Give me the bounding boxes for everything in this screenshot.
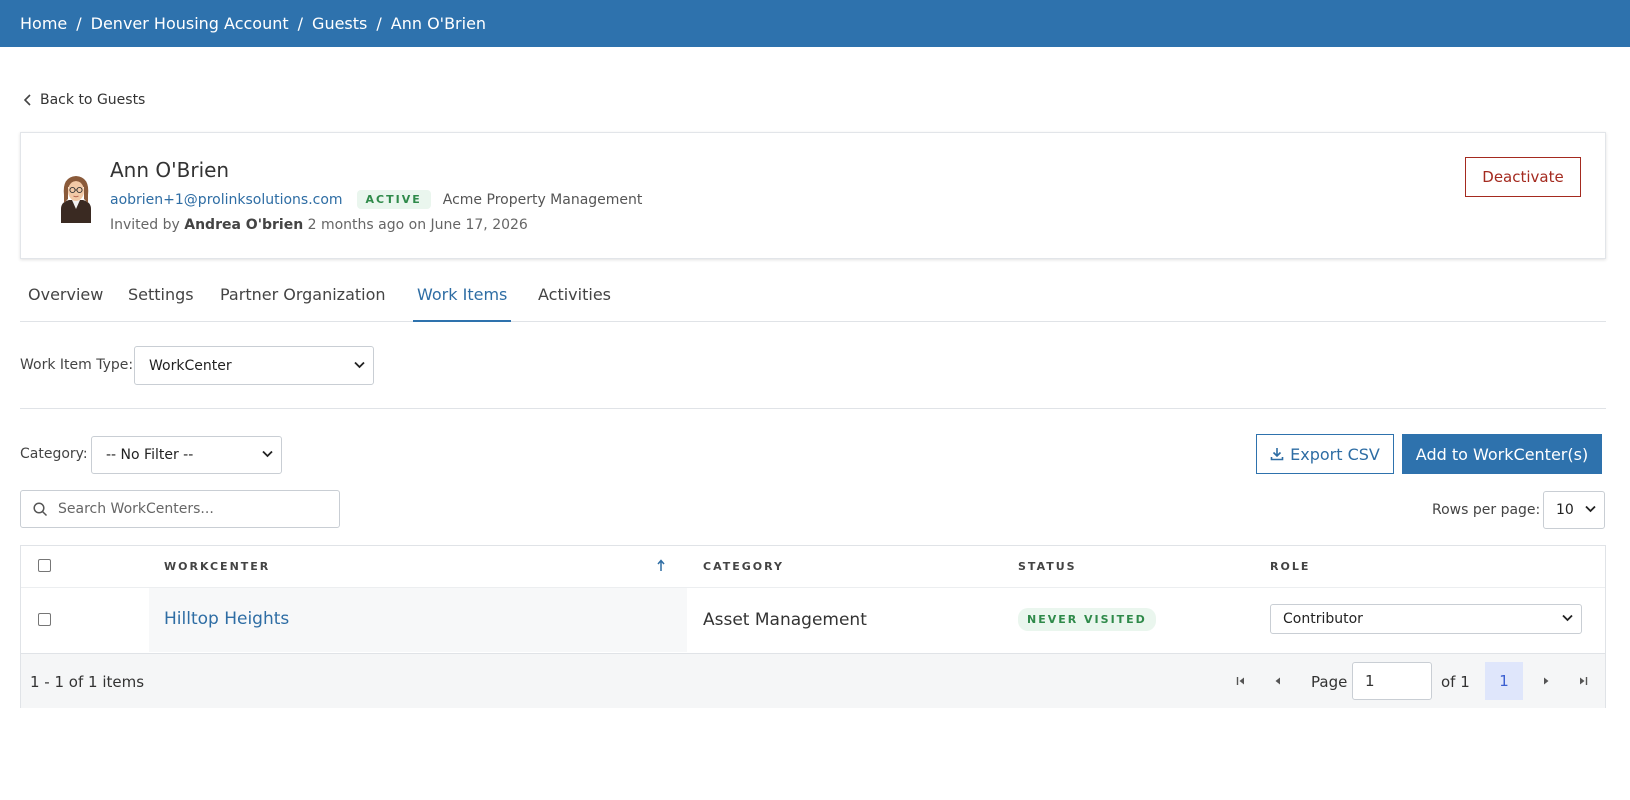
current-page-button[interactable]: 1 bbox=[1485, 662, 1523, 700]
work-item-type-value: WorkCenter bbox=[149, 357, 232, 374]
back-to-guests-link[interactable]: Back to Guests bbox=[24, 92, 145, 108]
deactivate-button[interactable]: Deactivate bbox=[1465, 157, 1581, 197]
breadcrumb-guests[interactable]: Guests bbox=[312, 14, 367, 33]
table-row: Hilltop Heights Asset Management NEVER V… bbox=[21, 587, 1605, 652]
tab-settings[interactable]: Settings bbox=[124, 285, 198, 322]
invited-prefix: Invited by bbox=[110, 217, 180, 233]
column-header-workcenter[interactable]: WORKCENTER bbox=[164, 560, 270, 573]
rows-per-page-select[interactable]: 10 bbox=[1543, 491, 1605, 529]
guest-profile-card: Ann O'Brien aobrien+1@prolinksolutions.c… bbox=[20, 132, 1606, 259]
chevron-left-icon bbox=[24, 94, 31, 106]
guest-details: aobrien+1@prolinksolutions.com ACTIVE Ac… bbox=[110, 190, 642, 209]
table-header: WORKCENTER CATEGORY STATUS ROLE bbox=[21, 546, 1605, 587]
export-csv-label: Export CSV bbox=[1290, 444, 1380, 464]
page-label: Page bbox=[1311, 673, 1348, 691]
last-page-icon[interactable] bbox=[1573, 671, 1593, 691]
breadcrumb: Home / Denver Housing Account / Guests /… bbox=[0, 0, 1630, 47]
first-page-icon[interactable] bbox=[1231, 671, 1251, 691]
role-select[interactable]: Contributor bbox=[1270, 604, 1582, 634]
chevron-down-icon bbox=[262, 450, 273, 458]
work-item-type-select[interactable]: WorkCenter bbox=[134, 346, 374, 385]
chevron-down-icon bbox=[1585, 505, 1596, 513]
row-checkbox[interactable] bbox=[38, 613, 51, 626]
guest-email-link[interactable]: aobrien+1@prolinksolutions.com bbox=[110, 192, 343, 208]
breadcrumb-account[interactable]: Denver Housing Account bbox=[91, 14, 289, 33]
search-icon bbox=[33, 501, 48, 516]
invited-date: 2 months ago on June 17, 2026 bbox=[307, 217, 528, 233]
page-total-label: of 1 bbox=[1441, 673, 1470, 691]
workcenter-link[interactable]: Hilltop Heights bbox=[164, 609, 289, 629]
invited-by-name: Andrea O'brien bbox=[184, 217, 304, 233]
chevron-down-icon bbox=[1562, 614, 1573, 622]
tab-work-items[interactable]: Work Items bbox=[413, 285, 512, 322]
select-all-checkbox[interactable] bbox=[38, 559, 51, 572]
next-page-icon[interactable] bbox=[1536, 671, 1556, 691]
column-header-role[interactable]: ROLE bbox=[1270, 560, 1310, 573]
status-badge: ACTIVE bbox=[356, 190, 431, 209]
role-value: Contributor bbox=[1283, 611, 1363, 627]
breadcrumb-separator: / bbox=[376, 14, 382, 33]
guest-name: Ann O'Brien bbox=[110, 158, 230, 182]
category-label: Category: bbox=[20, 446, 88, 462]
arrow-up-icon[interactable] bbox=[657, 559, 665, 572]
tab-activities[interactable]: Activities bbox=[534, 285, 615, 322]
category-select[interactable]: -- No Filter -- bbox=[91, 436, 282, 474]
tab-overview[interactable]: Overview bbox=[24, 285, 107, 322]
status-badge: NEVER VISITED bbox=[1018, 608, 1156, 631]
add-to-workcenters-button[interactable]: Add to WorkCenter(s) bbox=[1402, 434, 1602, 474]
column-header-status[interactable]: STATUS bbox=[1018, 560, 1077, 573]
category-cell: Asset Management bbox=[703, 610, 867, 630]
page-number-input[interactable]: 1 bbox=[1352, 662, 1432, 700]
rows-per-page-label: Rows per page: bbox=[1432, 502, 1541, 518]
search-input[interactable] bbox=[58, 501, 328, 517]
breadcrumb-home[interactable]: Home bbox=[20, 14, 67, 33]
work-item-type-label: Work Item Type: bbox=[20, 357, 134, 373]
search-box bbox=[20, 490, 340, 528]
workcenters-table: WORKCENTER CATEGORY STATUS ROLE Hilltop … bbox=[20, 545, 1606, 708]
table-pagination: 1 - 1 of 1 items Page 1 of 1 1 bbox=[21, 653, 1605, 708]
section-divider bbox=[20, 408, 1606, 409]
breadcrumb-separator: / bbox=[76, 14, 82, 33]
prev-page-icon[interactable] bbox=[1268, 671, 1288, 691]
items-summary: 1 - 1 of 1 items bbox=[30, 673, 145, 691]
avatar bbox=[61, 176, 91, 223]
back-link-label: Back to Guests bbox=[40, 92, 146, 108]
invitation-info: Invited by Andrea O'brien 2 months ago o… bbox=[110, 217, 528, 233]
guest-organization: Acme Property Management bbox=[442, 191, 643, 208]
category-value: -- No Filter -- bbox=[106, 447, 194, 463]
tab-partner-organization[interactable]: Partner Organization bbox=[216, 285, 390, 322]
chevron-down-icon bbox=[354, 361, 365, 368]
breadcrumb-separator: / bbox=[297, 14, 304, 33]
export-csv-button[interactable]: Export CSV bbox=[1256, 434, 1394, 474]
guest-tabs: Overview Settings Partner Organization W… bbox=[20, 272, 1606, 322]
breadcrumb-current: Ann O'Brien bbox=[390, 14, 487, 33]
column-header-category[interactable]: CATEGORY bbox=[703, 560, 784, 573]
rows-per-page-value: 10 bbox=[1556, 502, 1574, 518]
download-icon bbox=[1270, 448, 1284, 461]
